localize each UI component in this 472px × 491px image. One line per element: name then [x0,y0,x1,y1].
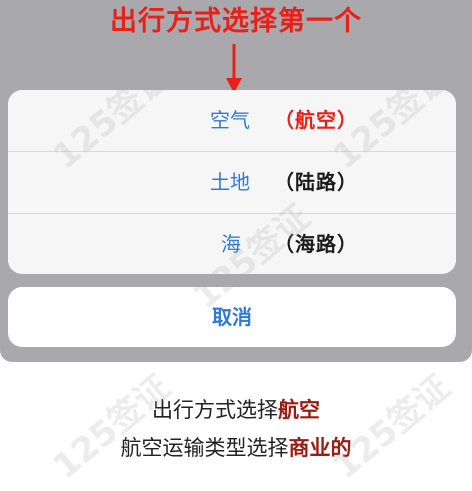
caption-line-1-prefix: 出行方式选择 [152,398,278,422]
option-land-label: 土地 [210,170,250,194]
caption-line-1: 出行方式选择航空 [0,395,472,425]
option-sea[interactable]: 海 （海路） [8,214,456,274]
caption-line-2: 航空运输类型选择商业的 [0,433,472,463]
option-land-note: （陆路） [274,170,358,194]
option-sea-label: 海 [221,232,241,256]
travel-mode-action-sheet: 空气 （航空） 土地 （陆路） 海 （海路） [8,90,456,274]
caption-line-2-highlight: 商业的 [288,436,352,460]
option-land[interactable]: 土地 （陆路） [8,152,456,214]
caption-line-1-highlight: 航空 [278,398,320,422]
phone-screenshot: 出行方式选择第一个 空气 （航空） 土地 （陆路） 海 （海路） 取消 [0,0,472,362]
option-air-note: （航空） [274,108,358,132]
option-air-label: 空气 [210,108,250,132]
option-air[interactable]: 空气 （航空） [8,90,456,152]
cancel-button[interactable]: 取消 [8,287,456,347]
caption-line-2-prefix: 航空运输类型选择 [120,436,289,460]
annotation-heading: 出行方式选择第一个 [110,6,362,37]
option-sea-note: （海路） [274,232,358,256]
annotation-arrow-icon [226,44,242,93]
